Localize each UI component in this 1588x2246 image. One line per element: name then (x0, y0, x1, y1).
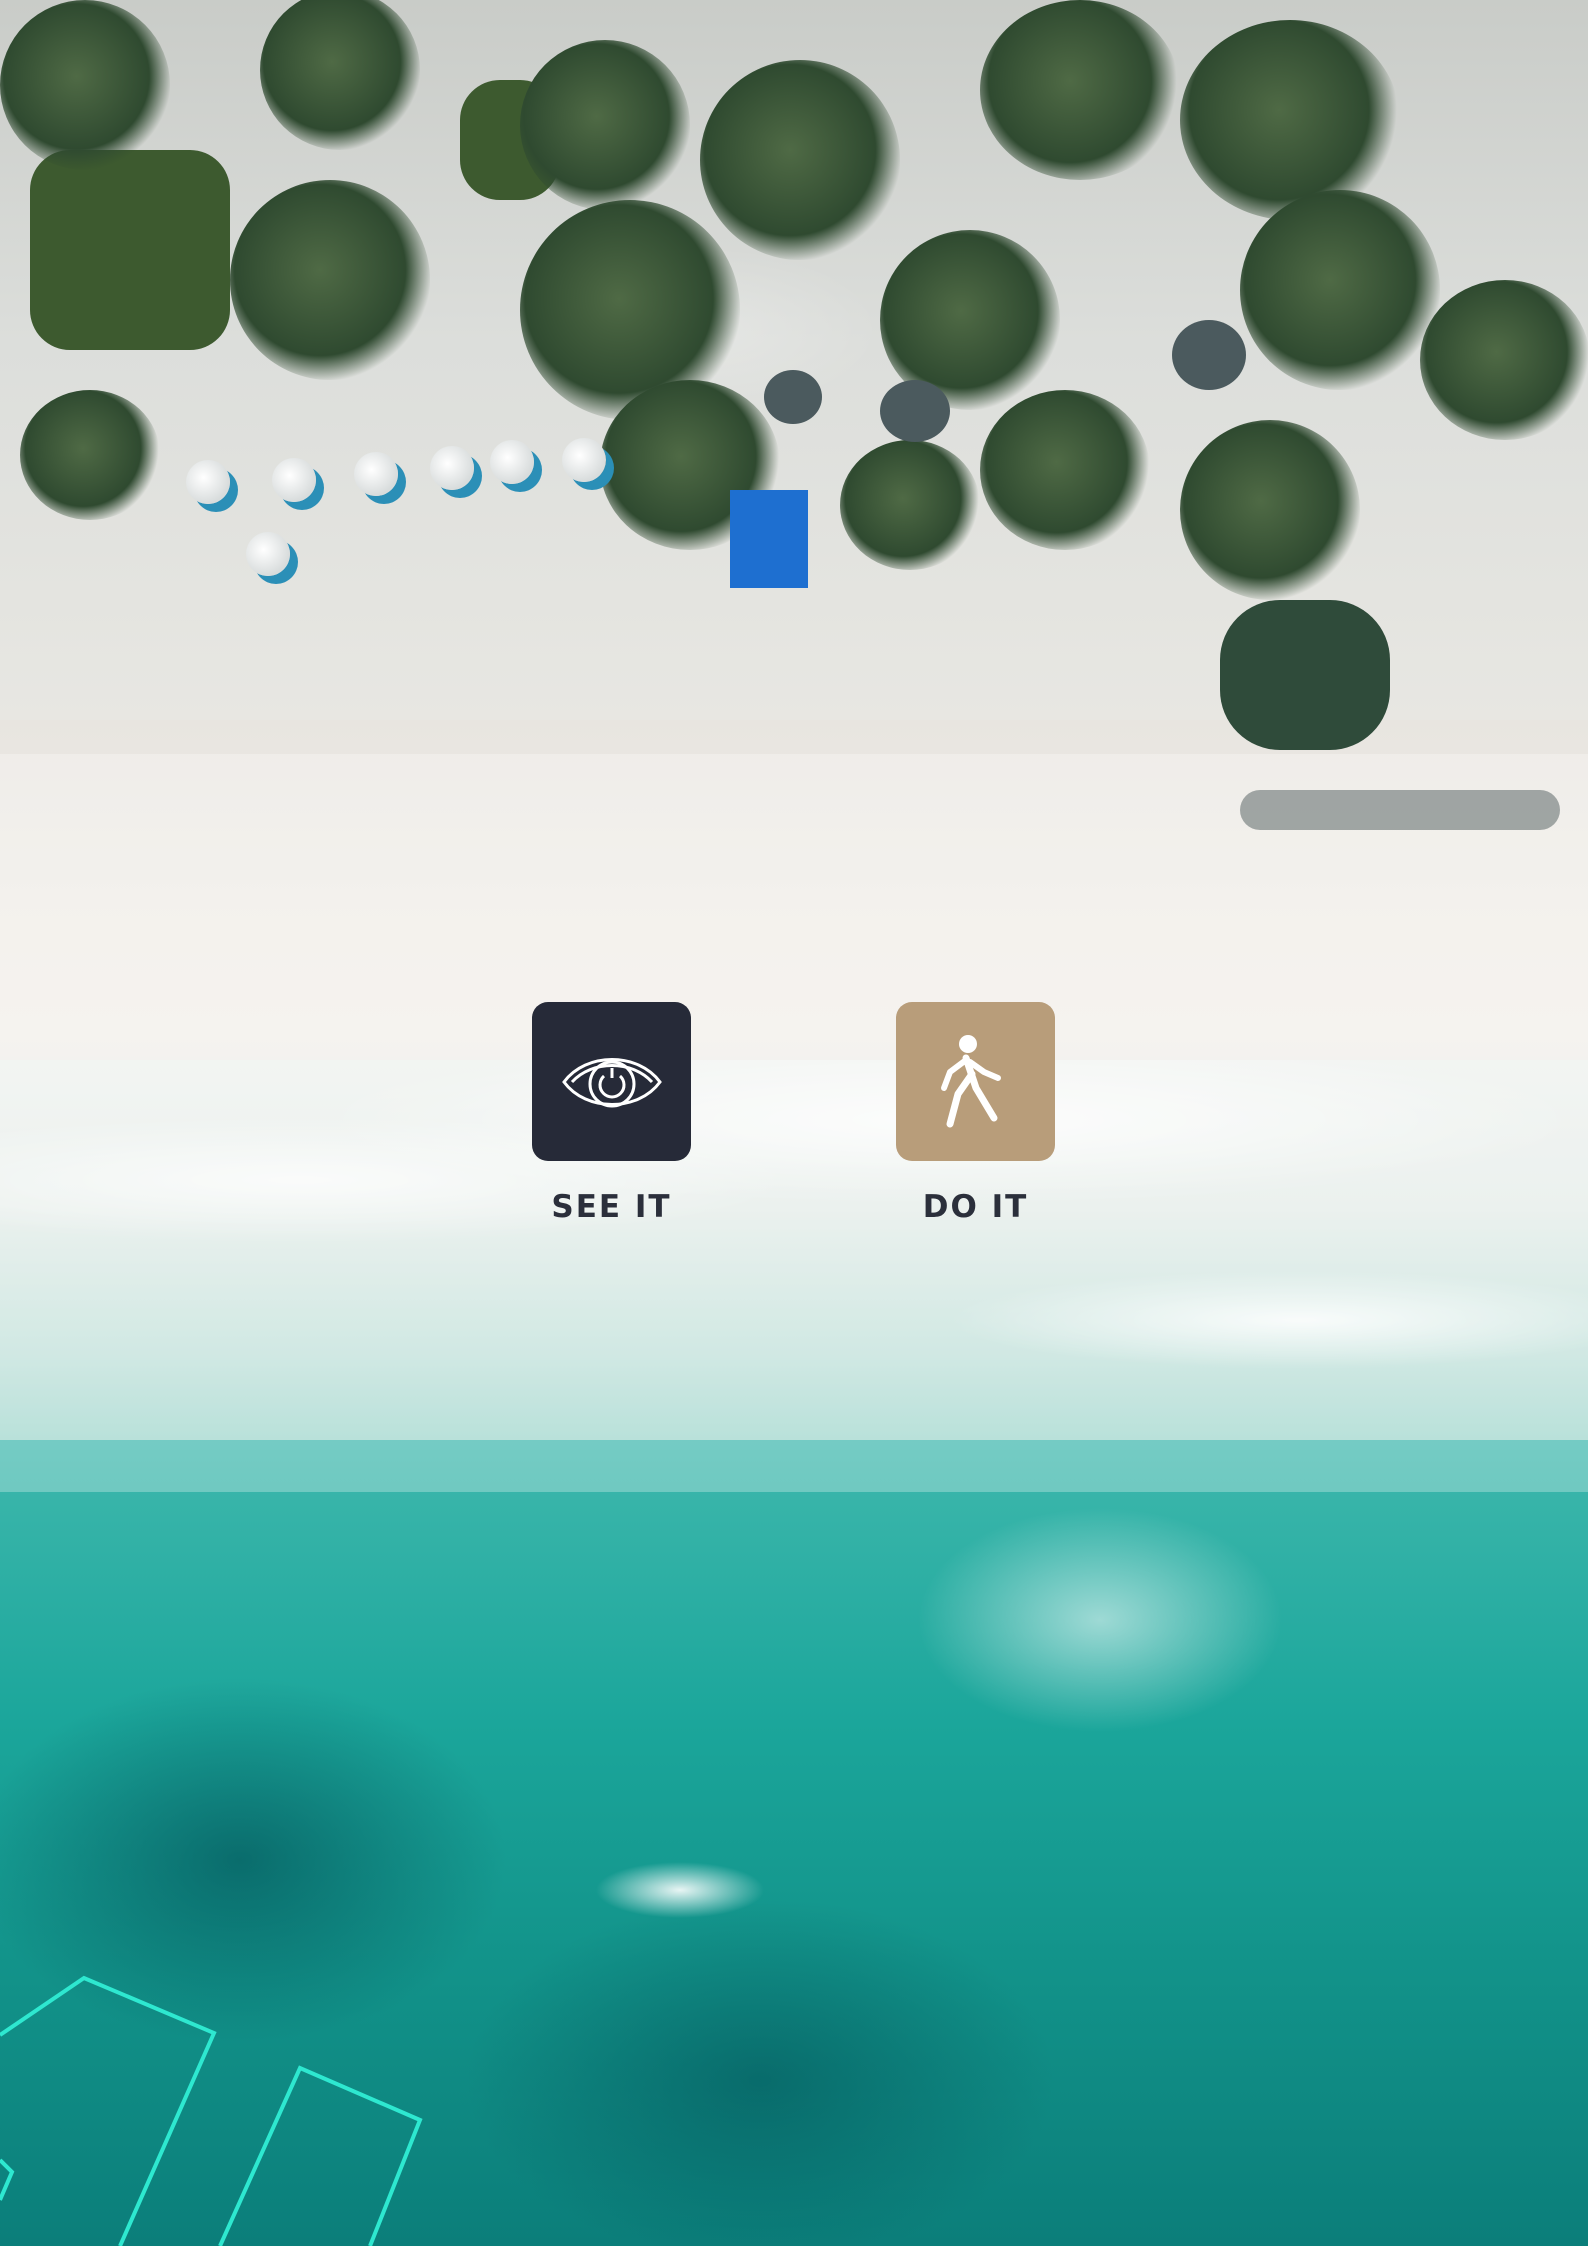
round-hut (1172, 320, 1246, 390)
parasol (354, 452, 398, 496)
parasol (246, 532, 290, 576)
do-it-tile[interactable] (896, 1002, 1055, 1161)
palm-tree (980, 390, 1150, 550)
blue-tent (730, 490, 808, 588)
palm-tree (1420, 280, 1588, 440)
parasol (562, 438, 606, 482)
eye-icon (561, 1057, 662, 1107)
parasol (490, 440, 534, 484)
palm-tree (1240, 190, 1440, 390)
palm-tree (840, 440, 980, 570)
hedge (1220, 600, 1390, 750)
see-it-button[interactable]: SEE IT (532, 1002, 691, 1232)
see-it-tile[interactable] (532, 1002, 691, 1161)
action-buttons: SEE IT DO IT (532, 1002, 1055, 1232)
palm-tree (230, 180, 430, 380)
geometric-outline-decoration (0, 1975, 423, 2246)
walking-person-icon (940, 1034, 1001, 1127)
palm-tree (1180, 20, 1400, 220)
see-it-label: SEE IT (551, 1189, 672, 1225)
round-hut (880, 380, 950, 442)
hedge (30, 150, 230, 350)
palm-tree (1180, 420, 1360, 600)
parasol (186, 460, 230, 504)
palm-tree (0, 0, 170, 170)
palm-tree (980, 0, 1180, 180)
palm-tree (520, 40, 690, 210)
do-it-button[interactable]: DO IT (896, 1002, 1055, 1232)
parasol (272, 458, 316, 502)
parasol (430, 446, 474, 490)
do-it-label: DO IT (922, 1189, 1029, 1225)
palm-tree (700, 60, 900, 260)
palm-tree (20, 390, 160, 520)
round-hut (764, 370, 822, 424)
